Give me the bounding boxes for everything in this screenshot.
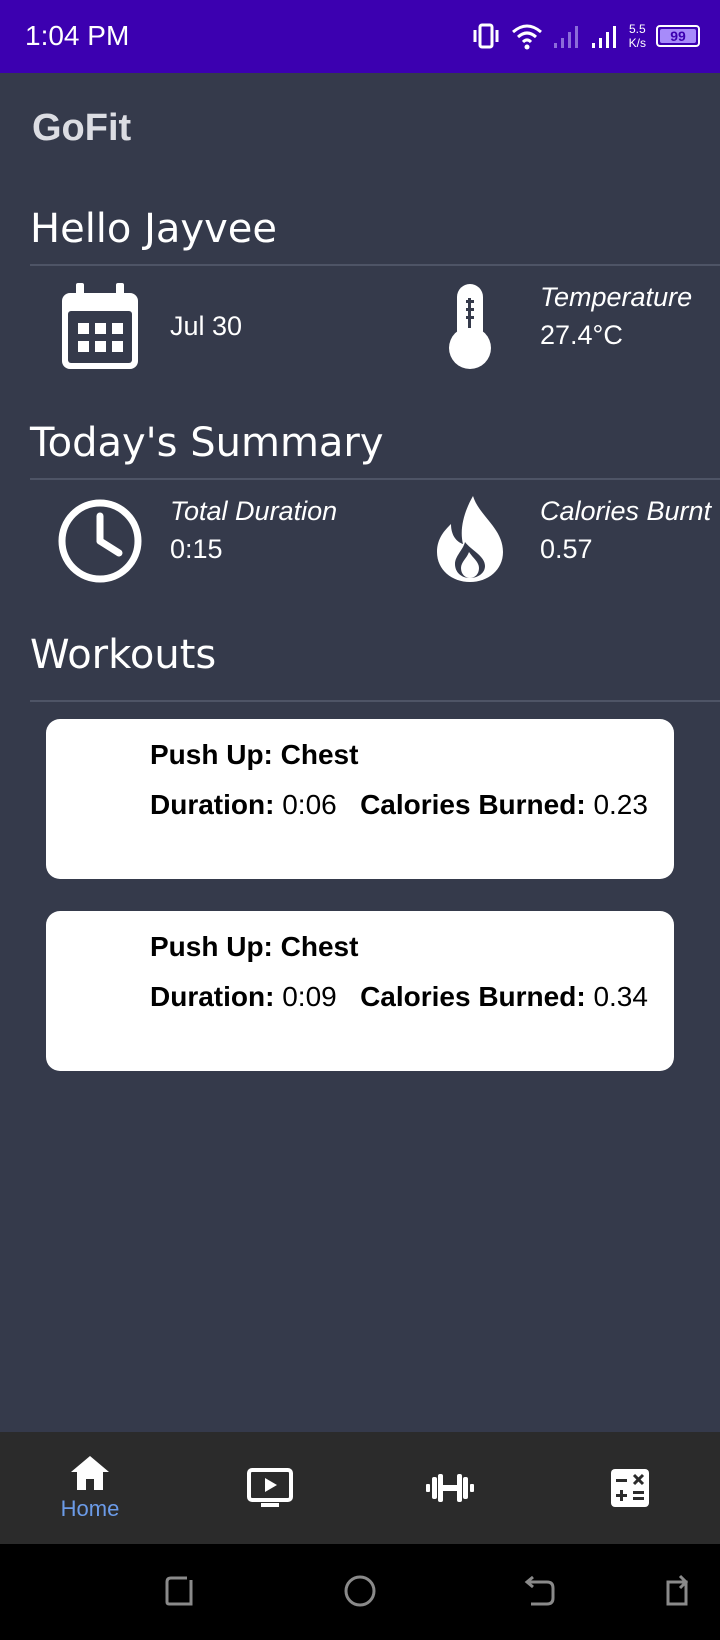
calories-label: Calories Burned: — [360, 789, 586, 820]
speed-value: 5.5 — [628, 22, 646, 36]
duration-label: Duration: — [150, 981, 275, 1012]
divider — [30, 478, 720, 480]
date-text: Jul 30 — [170, 311, 243, 341]
video-icon — [247, 1468, 293, 1507]
network-speed: 5.5 K/s — [629, 22, 646, 50]
speed-unit: K/s — [628, 36, 646, 50]
duration-value: 0:06 — [282, 789, 337, 820]
signal-icon-1 — [553, 26, 578, 48]
vibrate-icon — [473, 23, 499, 49]
duration-label: Duration: — [150, 789, 275, 820]
system-nav-bar — [0, 1544, 720, 1640]
battery-level: 99 — [670, 28, 686, 44]
workout-title: Push Up: Chest — [150, 931, 359, 962]
status-bar: 1:04 PM 5.5 K/s 99 — [0, 0, 720, 73]
workout-card[interactable]: Push Up: Chest Duration: 0:06 Calories B… — [46, 719, 674, 879]
wifi-icon — [511, 24, 542, 50]
duration-label: Total Duration — [170, 496, 338, 526]
calories-value: 0.23 — [593, 789, 648, 820]
nav-home[interactable]: Home — [0, 1432, 180, 1544]
calories-label: Calories Burned: — [360, 981, 586, 1012]
dumbbell-icon — [426, 1474, 474, 1502]
status-time: 1:04 PM — [25, 20, 130, 51]
recents-icon[interactable] — [163, 1574, 197, 1608]
rotate-icon[interactable] — [660, 1574, 694, 1608]
calculator-icon — [611, 1469, 649, 1507]
workout-stats: Duration: 0:06 Calories Burned: 0.23 — [150, 789, 648, 821]
bottom-nav: Home — [0, 1432, 720, 1544]
divider — [30, 700, 720, 702]
clock-icon — [58, 499, 142, 583]
signal-icon-2 — [591, 26, 616, 48]
nav-calculator[interactable] — [540, 1432, 720, 1544]
calories-value: 0.34 — [593, 981, 648, 1012]
workout-title: Push Up: Chest — [150, 739, 359, 770]
nav-home-label: Home — [60, 1496, 120, 1521]
greeting-title: Hello Jayvee — [30, 206, 277, 252]
back-icon[interactable] — [523, 1574, 557, 1608]
summary-title: Today's Summary — [30, 420, 384, 466]
nav-workouts[interactable] — [360, 1432, 540, 1544]
battery-icon: 99 — [656, 25, 700, 47]
nav-videos[interactable] — [180, 1432, 360, 1544]
temperature-label: Temperature — [540, 282, 693, 312]
calendar-icon — [62, 283, 138, 369]
duration-info: Total Duration 0:15 — [170, 492, 337, 568]
fire-icon — [437, 496, 503, 582]
temperature-value: 27.4°C — [540, 320, 623, 350]
workout-stats: Duration: 0:09 Calories Burned: 0.34 — [150, 981, 648, 1013]
workout-card[interactable]: Push Up: Chest Duration: 0:09 Calories B… — [46, 911, 674, 1071]
temperature-info: Temperature 27.4°C — [540, 278, 692, 354]
app-title: GoFit — [32, 107, 132, 149]
workouts-title: Workouts — [30, 632, 217, 678]
duration-value: 0:15 — [170, 534, 223, 564]
thermometer-icon — [449, 284, 491, 369]
home-icon — [71, 1456, 109, 1490]
calories-value: 0.57 — [540, 534, 593, 564]
divider — [30, 264, 720, 266]
calories-label: Calories Burnt — [540, 496, 712, 526]
calories-info: Calories Burnt 0.57 — [540, 492, 711, 568]
status-icons: 5.5 K/s 99 — [471, 18, 700, 54]
duration-value: 0:09 — [282, 981, 337, 1012]
home-button-icon[interactable] — [343, 1574, 377, 1608]
